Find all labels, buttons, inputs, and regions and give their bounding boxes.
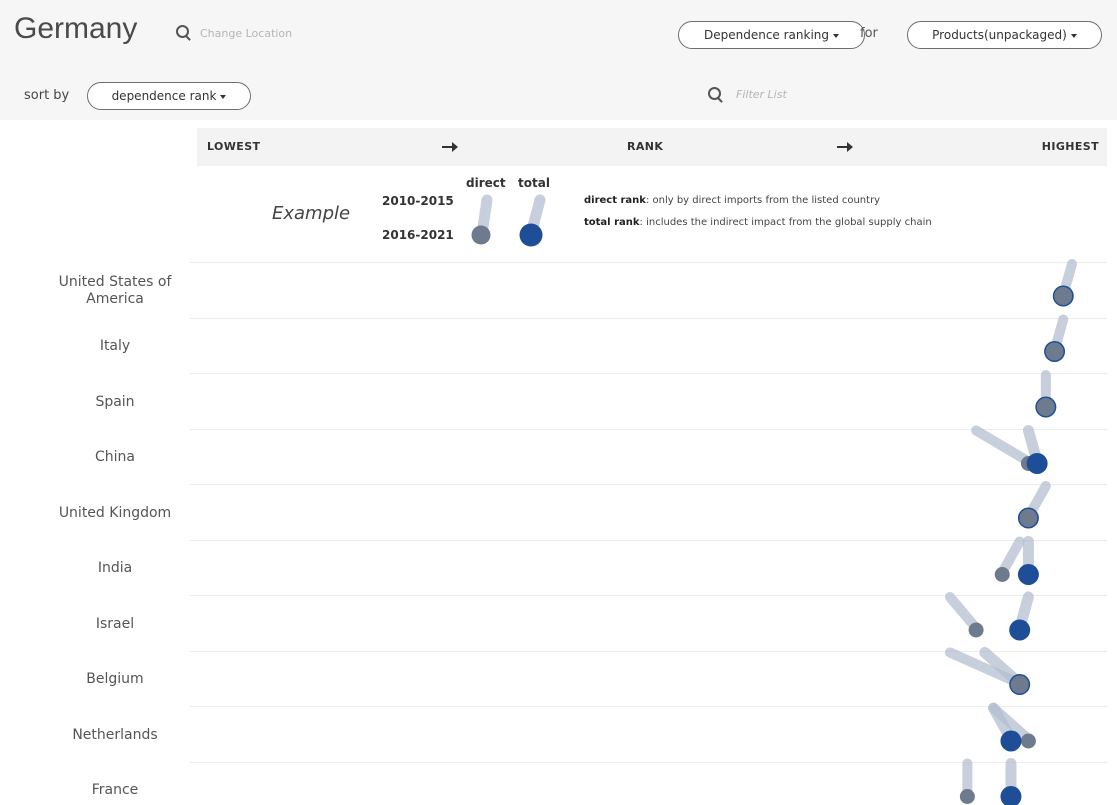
- direct-trail: [944, 647, 1025, 689]
- total-rank-dot: [1026, 453, 1048, 474]
- total-rank-dot: [1017, 507, 1039, 529]
- country-label[interactable]: Italy: [30, 338, 200, 355]
- direct-trail: [1058, 259, 1077, 300]
- row-divider: [190, 761, 1107, 763]
- sort-dropdown[interactable]: dependence rank: [87, 82, 251, 110]
- direct-trail: [944, 592, 982, 633]
- product-dropdown[interactable]: Products(unpackaged): [907, 21, 1102, 49]
- row-divider: [190, 706, 1107, 707]
- total-rank-dot: [1052, 285, 1074, 307]
- legend-direct-description: direct rank: only by direct imports from…: [584, 195, 880, 206]
- row-divider: [190, 428, 1107, 430]
- product-label: Products(unpackaged): [932, 28, 1067, 42]
- country-label[interactable]: China: [30, 449, 200, 466]
- total-rank-dot: [1000, 786, 1022, 805]
- right-arrow-icon: [442, 142, 458, 152]
- filter-list-input[interactable]: Filter List: [736, 88, 787, 101]
- ranking-type-dropdown[interactable]: Dependence ranking: [678, 21, 865, 49]
- legend-total-dot: [519, 223, 543, 247]
- row-divider: [190, 373, 1107, 374]
- direct-rank-dot: [994, 567, 1010, 582]
- country-label[interactable]: Netherlands: [30, 727, 200, 744]
- sort-by-label: sort by: [24, 88, 70, 103]
- country-label[interactable]: France: [30, 782, 200, 799]
- total-trail: [979, 647, 1026, 689]
- direct-rank-dot: [1010, 675, 1029, 694]
- direct-rank-dot: [959, 789, 975, 804]
- legend-total-trail: [525, 194, 546, 240]
- country-label[interactable]: United Kingdom: [30, 505, 200, 522]
- legend-total-heading: total: [518, 176, 550, 190]
- country-label[interactable]: Belgium: [30, 671, 200, 688]
- axis-highest-label: HIGHEST: [1041, 140, 1099, 153]
- axis-rank-label: RANK: [627, 140, 664, 153]
- total-rank-term: total rank: [584, 217, 640, 228]
- row-divider: [190, 650, 1107, 652]
- country-label[interactable]: India: [30, 560, 200, 577]
- page-title: Germany: [14, 12, 138, 45]
- direct-rank-dot: [1019, 509, 1038, 527]
- right-arrow-icon: [837, 142, 853, 152]
- direct-rank-dot: [1020, 456, 1036, 471]
- legend-total-description: total rank: includes the indirect impact…: [584, 217, 932, 228]
- total-trail: [1022, 425, 1043, 467]
- direct-trail: [988, 703, 1034, 744]
- direct-rank-text: : only by direct imports from the listed…: [645, 195, 881, 206]
- change-location-input[interactable]: Change Location: [200, 27, 292, 40]
- chevron-down-icon: [220, 94, 227, 99]
- sort-value: dependence rank: [111, 89, 217, 103]
- total-rank-dot: [1017, 564, 1039, 585]
- total-trail: [1014, 591, 1034, 634]
- row-divider: [190, 317, 1107, 319]
- total-rank-dot: [1035, 396, 1057, 418]
- row-divider: [190, 595, 1107, 596]
- for-label: for: [860, 26, 878, 41]
- axis-lowest-label: LOWEST: [207, 140, 261, 153]
- direct-rank-dot: [968, 622, 984, 638]
- total-rank-dot: [1009, 674, 1031, 695]
- total-rank-text: : includes the indirect impact from the …: [639, 217, 932, 228]
- chevron-down-icon: [1070, 33, 1077, 38]
- total-rank-dot: [1009, 619, 1031, 641]
- example-label: Example: [272, 203, 351, 224]
- row-divider: [190, 484, 1107, 485]
- direct-rank-dot: [1045, 342, 1064, 361]
- search-icon[interactable]: [176, 25, 189, 38]
- total-rank-dot: [1000, 730, 1022, 752]
- direct-rank-term: direct rank: [584, 195, 646, 206]
- direct-trail: [1023, 481, 1051, 522]
- direct-rank-dot: [1020, 733, 1036, 749]
- legend-period-old: 2010-2015: [382, 194, 454, 208]
- filter-search-icon: [708, 87, 721, 100]
- legend-direct-trail: [476, 194, 493, 240]
- legend-direct-dot: [471, 225, 491, 245]
- row-divider: [190, 262, 1107, 263]
- direct-rank-dot: [1036, 398, 1055, 416]
- total-trail: [988, 702, 1017, 745]
- row-divider: [190, 539, 1107, 541]
- direct-rank-dot: [1054, 287, 1073, 305]
- total-rank-dot: [1044, 341, 1066, 362]
- legend-period-new: 2016-2021: [382, 228, 454, 242]
- direct-trail: [997, 536, 1025, 578]
- country-label[interactable]: Israel: [30, 616, 200, 633]
- legend-direct-heading: direct: [466, 176, 506, 190]
- direct-trail: [971, 425, 1034, 467]
- chevron-down-icon: [833, 33, 840, 38]
- ranking-type-label: Dependence ranking: [703, 28, 830, 42]
- direct-trail: [1049, 314, 1069, 356]
- country-label[interactable]: Spain: [30, 394, 200, 411]
- rank-axis-header: LOWEST RANK HIGHEST: [197, 128, 1107, 166]
- country-label[interactable]: United States of America: [30, 274, 200, 308]
